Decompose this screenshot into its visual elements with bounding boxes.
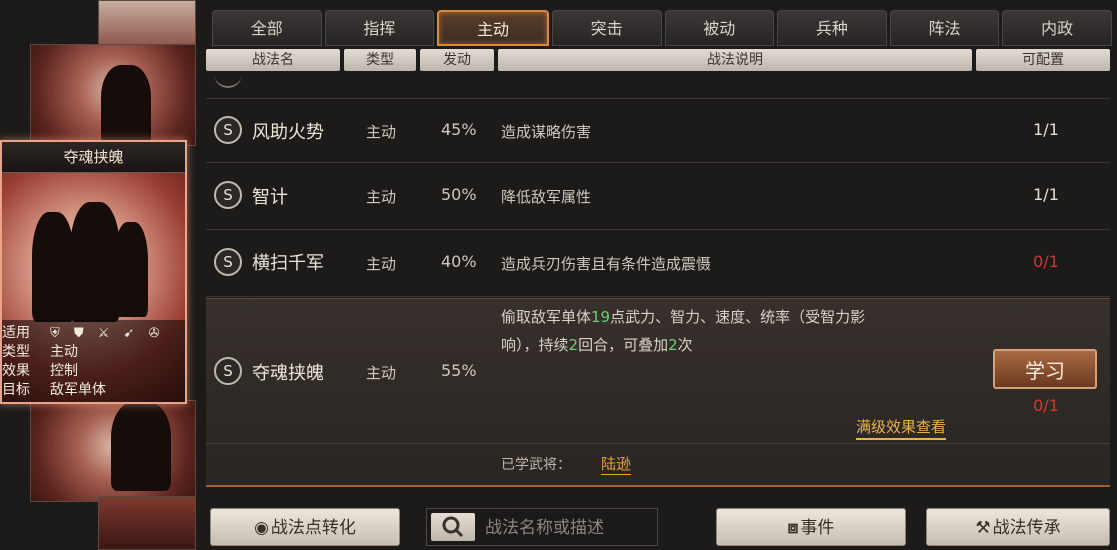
skill-desc: 造成兵刃伤害且有条件造成震慑: [501, 255, 712, 273]
header-config[interactable]: 可配置: [976, 49, 1110, 71]
skill-desc: 降低敌军属性: [501, 188, 592, 206]
s-grade-icon: S: [214, 181, 242, 209]
skill-row[interactable]: S 智计 主动 50% 降低敌军属性 1/1: [206, 163, 1110, 230]
skill-type: 主动: [366, 188, 397, 206]
skill-desc: 造成谋略伤害: [501, 123, 592, 141]
full-level-effect-link[interactable]: 满级效果查看: [856, 416, 947, 440]
skill-name: 智计: [252, 187, 288, 208]
skill-row[interactable]: S 风助火势 主动 45% 造成谋略伤害 1/1: [206, 98, 1110, 163]
info-value: 主动: [50, 344, 78, 360]
category-tabs: 全部 指挥 主动 突击 被动 兵种 阵法 内政: [212, 10, 1112, 48]
convert-points-button[interactable]: ◉ 战法点转化: [210, 508, 400, 546]
card-back-top[interactable]: [98, 0, 196, 50]
info-key: 类型: [2, 344, 30, 360]
skill-rate: 55%: [441, 361, 477, 380]
tab-internal[interactable]: 内政: [1002, 10, 1112, 46]
card-info-row: 类型 主动: [2, 343, 185, 362]
skill-type: 主动: [366, 364, 397, 382]
hammer-icon: ⚒: [975, 518, 991, 538]
soldier-silhouette: [114, 222, 148, 317]
card-back-upper[interactable]: [30, 44, 196, 146]
tab-command[interactable]: 指挥: [324, 10, 435, 46]
info-key: 目标: [2, 382, 30, 398]
soldier-silhouette: [32, 212, 74, 322]
s-grade-icon: S: [214, 357, 242, 385]
card-title: 夺魂挟魄: [2, 142, 185, 173]
selected-skill-card[interactable]: 夺魂挟魄 适用 ⛨ ⛊ ⚔ ➹ ✇ 类型 主动 效果 控制 目标 敌军单体: [0, 140, 187, 404]
info-key: 适用: [2, 325, 30, 341]
soldier-silhouette: [70, 202, 120, 322]
skill-name: 夺魂挟魄: [252, 363, 324, 384]
skill-config: 0/1: [1033, 396, 1059, 415]
event-label: 事件: [800, 518, 835, 538]
bottom-toolbar: ◉战法点转化 ⧈事件 ⚒战法传承: [206, 506, 1110, 548]
card-info-panel: 适用 ⛨ ⛊ ⚔ ➹ ✇ 类型 主动 效果 控制 目标 敌军单体: [2, 320, 185, 402]
skill-card-stack: 夺魂挟魄 适用 ⛨ ⛊ ⚔ ➹ ✇ 类型 主动 效果 控制 目标 敌军单体: [0, 0, 200, 550]
skill-list[interactable]: S 风助火势 主动 45% 造成谋略伤害 1/1 S 智计 主动 50% 降低敌…: [206, 74, 1110, 494]
tab-assault[interactable]: 突击: [551, 10, 662, 46]
card-info-row: 效果 控制: [2, 362, 185, 381]
header-description: 战法说明: [498, 49, 972, 71]
learned-general-link[interactable]: 陆逊: [601, 453, 632, 475]
s-grade-icon: S: [214, 116, 242, 144]
card-back-lower[interactable]: [30, 400, 196, 502]
skill-config: 0/1: [1033, 252, 1059, 271]
search-box: [426, 508, 658, 546]
drop-icon: ◉: [254, 518, 269, 538]
skill-rate: 50%: [441, 185, 477, 204]
skill-name: 风助火势: [252, 122, 324, 143]
alert-icon: ⧈: [787, 518, 799, 538]
info-value: 控制: [50, 363, 78, 379]
convert-points-label: 战法点转化: [270, 518, 356, 538]
skill-name: 横扫千军: [252, 253, 324, 274]
learn-button[interactable]: 学习: [993, 349, 1097, 389]
info-key: 效果: [2, 363, 30, 379]
card-back-bottom[interactable]: [98, 496, 196, 550]
search-input[interactable]: [483, 512, 657, 544]
soldier-silhouette: [101, 65, 151, 145]
inherit-button[interactable]: ⚒ 战法传承: [926, 508, 1110, 546]
skill-config: 1/1: [1033, 120, 1059, 139]
tab-formation[interactable]: 阵法: [889, 10, 1000, 46]
skill-rate: 40%: [441, 252, 477, 271]
search-icon[interactable]: [431, 513, 475, 541]
skill-type: 主动: [366, 123, 397, 141]
card-info-row: 目标 敌军单体: [2, 381, 185, 400]
info-value: 敌军单体: [50, 382, 106, 398]
partial-badge: [214, 74, 242, 88]
tab-all[interactable]: 全部: [212, 10, 322, 46]
learned-generals-label: 已学武将：: [501, 457, 571, 473]
header-name[interactable]: 战法名: [206, 49, 340, 71]
skill-config: 1/1: [1033, 185, 1059, 204]
inherit-label: 战法传承: [992, 518, 1061, 538]
s-grade-icon: S: [214, 248, 242, 276]
skill-rate: 45%: [441, 120, 477, 139]
skill-long-desc: 偷取敌军单体19点武力、智力、速度、统率（受智力影 响），持续2回合，可叠加2次: [501, 308, 866, 354]
row-divider: [206, 443, 1110, 444]
skill-row-expanded[interactable]: S 夺魂挟魄 主动 55% 偷取敌军单体19点武力、智力、速度、统率（受智力影响…: [206, 298, 1110, 487]
event-button[interactable]: ⧈ 事件: [716, 508, 906, 546]
tab-active[interactable]: 主动: [437, 10, 549, 46]
tab-passive[interactable]: 被动: [664, 10, 775, 46]
column-header: 战法名 类型 发动 战法说明 可配置: [206, 49, 1110, 71]
header-trigger[interactable]: 发动: [420, 49, 494, 71]
skill-row[interactable]: S 横扫千军 主动 40% 造成兵刃伤害且有条件造成震慑 0/1: [206, 230, 1110, 297]
troop-type-icons: ⛨ ⛊ ⚔ ➹ ✇: [50, 326, 165, 341]
skill-type: 主动: [366, 255, 397, 273]
tab-troop-type[interactable]: 兵种: [777, 10, 887, 46]
header-type[interactable]: 类型: [344, 49, 416, 71]
card-info-row: 适用 ⛨ ⛊ ⚔ ➹ ✇: [2, 324, 185, 343]
soldier-silhouette: [111, 401, 171, 491]
